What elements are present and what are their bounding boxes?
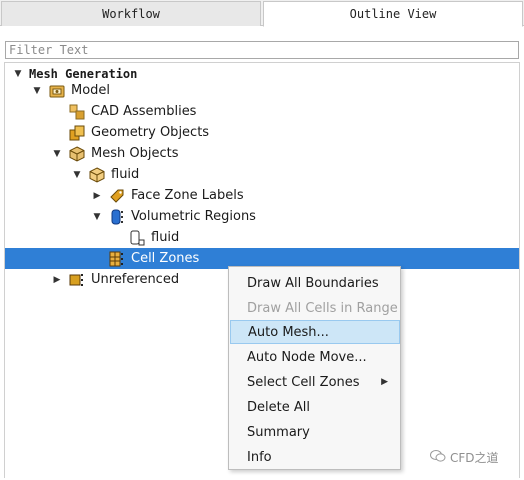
tree-item-model[interactable]: ▼ Model xyxy=(5,80,519,101)
wechat-icon xyxy=(430,449,446,466)
region-icon xyxy=(129,230,145,246)
tree-item-cad-assemblies[interactable]: CAD Assemblies xyxy=(5,101,519,122)
submenu-arrow-icon: ▶ xyxy=(381,377,388,387)
expanded-arrow-icon[interactable]: ▼ xyxy=(52,149,62,159)
tree-item-mesh-objects[interactable]: ▼ Mesh Objects xyxy=(5,143,519,164)
view-tab-bar: Workflow Outline View xyxy=(0,0,524,27)
expanded-arrow-icon[interactable]: ▼ xyxy=(13,69,23,79)
tree-item-label: fluid xyxy=(151,230,180,245)
tree-item-fluid-region[interactable]: fluid xyxy=(5,227,519,248)
tree-item-label: Model xyxy=(71,83,111,98)
tree-item-geometry-objects[interactable]: Geometry Objects xyxy=(5,122,519,143)
context-menu: Draw All Boundaries Draw All Cells in Ra… xyxy=(228,266,401,470)
model-icon xyxy=(49,83,65,99)
tree-item-label: Mesh Objects xyxy=(91,146,179,161)
geometry-objects-icon xyxy=(69,125,85,141)
filter-input[interactable] xyxy=(5,41,519,59)
volumetric-regions-icon xyxy=(109,209,125,225)
menu-item-select-cell-zones[interactable]: Select Cell Zones ▶ xyxy=(230,370,400,394)
tree-item-label: Geometry Objects xyxy=(91,125,210,140)
tree-item-label: Unreferenced xyxy=(91,272,180,287)
mesh-object-icon xyxy=(89,166,105,183)
menu-item-draw-all-cells-in-range: Draw All Cells in Range xyxy=(247,300,398,316)
menu-item-auto-mesh[interactable]: Auto Mesh... xyxy=(230,320,400,344)
watermark-text: CFD之道 xyxy=(450,451,499,465)
tab-outline-view[interactable]: Outline View xyxy=(263,1,523,27)
tree-item-label: CAD Assemblies xyxy=(91,104,197,119)
tree-item-label: Mesh Generation xyxy=(29,66,138,81)
menu-item-auto-node-move[interactable]: Auto Node Move... xyxy=(230,345,400,369)
menu-item-summary[interactable]: Summary xyxy=(230,420,400,444)
tree-item-face-zone-labels[interactable]: ▶ Face Zone Labels xyxy=(5,185,519,206)
cad-assemblies-icon xyxy=(69,104,85,120)
tree-item-label: Face Zone Labels xyxy=(131,188,244,203)
cell-zones-icon xyxy=(109,251,125,267)
collapsed-arrow-icon[interactable]: ▶ xyxy=(52,275,62,285)
tree-item-label: Volumetric Regions xyxy=(131,209,256,224)
menu-item-label: Select Cell Zones xyxy=(247,374,360,390)
tree-item-label: fluid xyxy=(111,167,140,182)
menu-item-info[interactable]: Info xyxy=(230,445,400,469)
tab-workflow[interactable]: Workflow xyxy=(1,1,261,26)
expanded-arrow-icon[interactable]: ▼ xyxy=(32,86,42,96)
unreferenced-icon xyxy=(69,272,85,288)
expanded-arrow-icon[interactable]: ▼ xyxy=(92,212,102,222)
mesh-objects-icon xyxy=(69,145,85,162)
expanded-arrow-icon[interactable]: ▼ xyxy=(72,170,82,180)
collapsed-arrow-icon[interactable]: ▶ xyxy=(92,191,102,201)
watermark: CFD之道 xyxy=(430,449,499,466)
tree-item-label: Cell Zones xyxy=(131,251,200,266)
menu-item-draw-all-boundaries[interactable]: Draw All Boundaries xyxy=(230,271,400,295)
tree-item-fluid-object[interactable]: ▼ fluid xyxy=(5,164,519,185)
tag-icon xyxy=(109,188,125,204)
menu-item-delete-all[interactable]: Delete All xyxy=(230,395,400,419)
tree-item-volumetric-regions[interactable]: ▼ Volumetric Regions xyxy=(5,206,519,227)
